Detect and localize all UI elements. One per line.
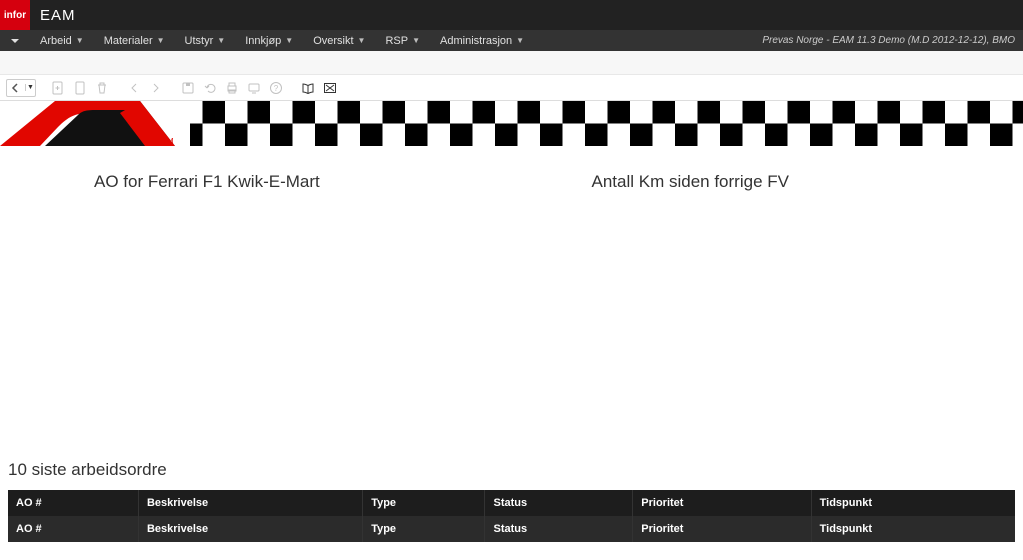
new-record-button[interactable]: [48, 78, 68, 98]
col-header-beskrivelse[interactable]: Beskrivelse: [138, 490, 362, 516]
panel-left: AO for Ferrari F1 Kwik-E-Mart: [0, 172, 512, 192]
document-icon: [73, 81, 87, 95]
save-button[interactable]: [178, 78, 198, 98]
col-header-prioritet[interactable]: Prioritet: [633, 516, 811, 542]
menu-innkjop[interactable]: Innkjøp ▼: [235, 30, 303, 51]
caret-down-icon: ▼: [76, 36, 84, 45]
panel-left-title: AO for Ferrari F1 Kwik-E-Mart: [0, 172, 512, 192]
panel-right-title: Antall Km siden forrige FV: [512, 172, 1023, 192]
arrow-left-icon: [7, 83, 25, 93]
print-button[interactable]: [222, 78, 242, 98]
f1-logo: TM: [0, 101, 190, 146]
image-cancel-icon: [323, 81, 337, 95]
panel-right: Antall Km siden forrige FV: [512, 172, 1023, 192]
back-button[interactable]: ▼: [6, 79, 36, 97]
app-title: EAM: [40, 7, 76, 24]
banner: TM: [0, 101, 1023, 146]
caret-down-icon: ▼: [516, 36, 524, 45]
menu-utstyr[interactable]: Utstyr▼: [175, 30, 236, 51]
col-header-status[interactable]: Status: [485, 516, 633, 542]
copy-record-button[interactable]: [70, 78, 90, 98]
col-header-type[interactable]: Type: [363, 516, 485, 542]
menu-dropdown-toggle[interactable]: [0, 36, 30, 46]
brand-bar: infor EAM: [0, 0, 1023, 30]
col-header-ao[interactable]: AO #: [8, 516, 138, 542]
menu-label: Innkjøp: [245, 35, 281, 47]
undo-icon: [203, 81, 217, 95]
document-plus-icon: [51, 81, 65, 95]
col-header-tidspunkt[interactable]: Tidspunkt: [811, 490, 1015, 516]
caret-down-icon: ▼: [285, 36, 293, 45]
menu-label: Oversikt: [313, 35, 353, 47]
sub-bar: [0, 51, 1023, 75]
menu-label: Administrasjon: [440, 35, 512, 47]
prev-record-button[interactable]: [124, 78, 144, 98]
col-header-type[interactable]: Type: [363, 490, 485, 516]
menu-rsp[interactable]: RSP ▼: [375, 30, 430, 51]
content-area: AO for Ferrari F1 Kwik-E-Mart Antall Km …: [0, 146, 1023, 542]
col-header-beskrivelse[interactable]: Beskrivelse: [138, 516, 362, 542]
menu-label: RSP: [385, 35, 408, 47]
main-menu-bar: Arbeid▼ Materialer▼ Utstyr▼ Innkjøp▼ Ove…: [0, 30, 1023, 51]
screen-button[interactable]: [244, 78, 264, 98]
chevron-right-icon: [151, 83, 161, 93]
delete-button[interactable]: [92, 78, 112, 98]
col-header-prioritet[interactable]: Prioritet: [633, 490, 811, 516]
screen-icon: [247, 81, 261, 95]
remove-image-button[interactable]: [320, 78, 340, 98]
print-icon: [225, 81, 239, 95]
save-icon: [181, 81, 195, 95]
col-header-tidspunkt[interactable]: Tidspunkt: [811, 516, 1015, 542]
caret-down-icon: ▼: [217, 36, 225, 45]
menu-label: Materialer: [104, 35, 153, 47]
caret-down-icon: ▼: [412, 36, 420, 45]
menu-oversikt[interactable]: Oversikt ▼: [303, 30, 375, 51]
col-header-ao[interactable]: AO #: [8, 490, 138, 516]
menu-materialer[interactable]: Materialer ▼: [94, 30, 175, 51]
caret-down-icon: ▼: [157, 36, 165, 45]
chevron-left-icon: [129, 83, 139, 93]
menu-label: Arbeid: [40, 35, 72, 47]
table-header-row: AO # Beskrivelse Type Status Prioritet T…: [8, 490, 1015, 516]
trash-icon: [95, 81, 109, 95]
caret-down-icon: ▼: [358, 36, 366, 45]
undo-button[interactable]: [200, 78, 220, 98]
col-header-status[interactable]: Status: [485, 490, 633, 516]
next-record-button[interactable]: [146, 78, 166, 98]
workorders-table: AO # Beskrivelse Type Status Prioritet T…: [8, 490, 1015, 542]
svg-text:?: ?: [274, 84, 279, 93]
context-info: Prevas Norge - EAM 11.3 Demo (M.D 2012-1…: [762, 35, 1023, 46]
help-icon: ?: [269, 81, 283, 95]
svg-text:TM: TM: [162, 137, 174, 146]
table-section-title: 10 siste arbeidsordre: [0, 460, 1023, 480]
back-history-dropdown[interactable]: ▼: [25, 84, 35, 91]
toolbar: ▼ ?: [0, 75, 1023, 101]
infor-logo: infor: [0, 0, 30, 30]
menu-arbeid[interactable]: Arbeid ▼: [30, 30, 94, 51]
menu-administrasjon[interactable]: Administrasjon ▼: [430, 30, 534, 51]
menu-label: Utstyr: [185, 35, 214, 47]
book-button[interactable]: [298, 78, 318, 98]
table-header-row: AO # Beskrivelse Type Status Prioritet T…: [8, 516, 1015, 542]
book-open-icon: [301, 81, 315, 95]
help-button[interactable]: ?: [266, 78, 286, 98]
caret-down-icon: [10, 36, 20, 46]
